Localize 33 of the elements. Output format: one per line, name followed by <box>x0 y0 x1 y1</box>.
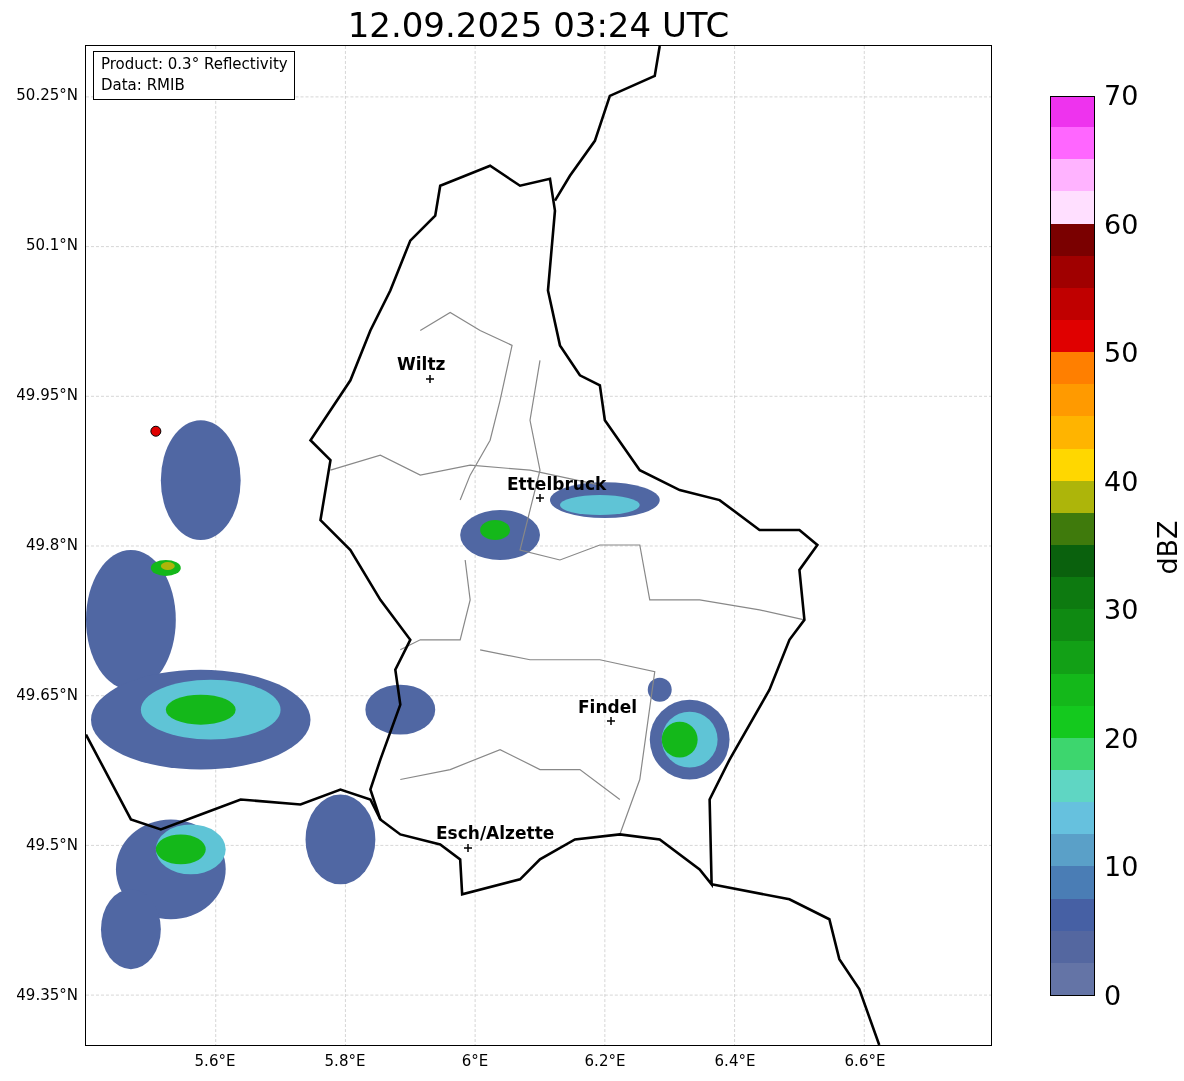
city-label: Esch/Alzette <box>436 823 555 843</box>
longitude-tick-label: 5.8°E <box>323 1052 367 1070</box>
city-label: Ettelbruck <box>507 474 607 494</box>
latitude-tick-label: 49.5°N <box>25 836 78 854</box>
scale-tick-label: 30 <box>1104 594 1139 627</box>
latitude-tick-label: 50.25°N <box>16 86 78 104</box>
city-marker-icon <box>536 494 544 502</box>
city-marker-icon <box>464 844 472 852</box>
scale-tick-label: 0 <box>1104 980 1122 1012</box>
latitude-tick-label: 49.8°N <box>25 536 78 554</box>
longitude-tick-label: 6.6°E <box>843 1052 887 1070</box>
scale-tick-label: 60 <box>1104 208 1139 241</box>
scale-tick-label: 50 <box>1104 337 1139 370</box>
city-marker-icon <box>607 717 615 725</box>
latitude-tick-label: 50.1°N <box>25 236 78 254</box>
city-marker-icon <box>426 375 434 383</box>
scale-tick-label: 10 <box>1104 851 1139 884</box>
scale-tick-label: 40 <box>1104 465 1139 498</box>
scale-unit-label: dBZ <box>1151 520 1183 575</box>
latitude-tick-label: 49.35°N <box>16 986 78 1004</box>
info-text: Product: 0.3° Reflectivity <box>101 54 288 75</box>
longitude-tick-label: 5.6°E <box>193 1052 237 1070</box>
scale-tick-label: 70 <box>1104 80 1139 112</box>
city-label: Findel <box>578 697 638 717</box>
city-label: Wiltz <box>397 354 446 374</box>
chart-title: 12.09.2025 03:24 UTC <box>346 4 731 46</box>
latitude-tick-label: 49.65°N <box>16 686 78 704</box>
scale-tick-label: 20 <box>1104 722 1139 755</box>
longitude-tick-label: 6°E <box>460 1052 490 1070</box>
latitude-tick-label: 49.95°N <box>16 386 78 404</box>
longitude-tick-label: 6.4°E <box>713 1052 757 1070</box>
info-text: Data: RMIB <box>101 75 186 96</box>
longitude-tick-label: 6.2°E <box>583 1052 627 1070</box>
